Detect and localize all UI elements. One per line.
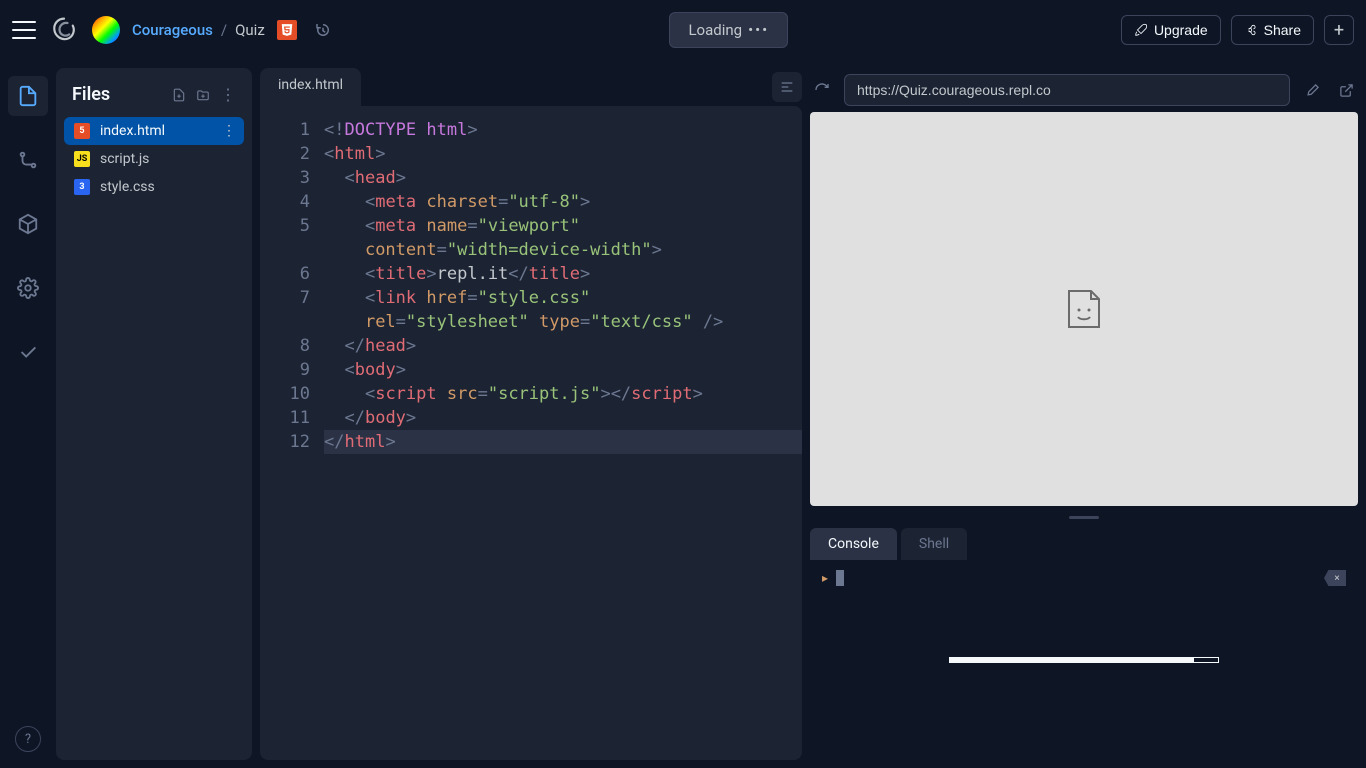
console-tabs: ConsoleShell: [810, 528, 1358, 560]
replit-logo[interactable]: [48, 14, 80, 46]
new-folder-icon[interactable]: [196, 85, 210, 104]
run-status[interactable]: Loading •••: [669, 12, 788, 48]
url-bar: [810, 68, 1358, 112]
console-tab-console[interactable]: Console: [810, 528, 897, 560]
file-item-style-css[interactable]: 3 style.css: [64, 173, 244, 201]
console-area: ConsoleShell ▸ ×: [810, 528, 1358, 760]
progress-bar: [949, 657, 1219, 663]
files-more-icon[interactable]: ⋮: [220, 85, 236, 104]
header-center: Loading •••: [349, 12, 1109, 48]
main: ? Files ⋮ 5 index.html ⋮ JS script.js 3 style.…: [0, 60, 1366, 768]
file-name: script.js: [100, 151, 149, 167]
share-button[interactable]: Share: [1231, 15, 1314, 45]
rail-checks-icon[interactable]: [8, 332, 48, 372]
menu-icon[interactable]: [12, 21, 36, 39]
format-icon[interactable]: [772, 72, 802, 102]
rail-vcs-icon[interactable]: [8, 140, 48, 180]
header-right: Upgrade Share +: [1121, 15, 1354, 45]
user-avatar[interactable]: [92, 16, 120, 44]
files-header: Files ⋮: [64, 80, 244, 117]
file-menu-icon[interactable]: ⋮: [222, 123, 236, 139]
loading-dots: •••: [748, 21, 769, 39]
history-icon[interactable]: [309, 16, 337, 44]
html5-icon: [277, 20, 297, 40]
files-panel: Files ⋮ 5 index.html ⋮ JS script.js 3 style.cs…: [56, 68, 252, 760]
tab-bar: index.html: [260, 68, 802, 106]
line-gutter: 123456789101112: [260, 106, 324, 760]
header: Courageous / Quiz Loading ••• Upgrade Sh…: [0, 0, 1366, 60]
editor-area: index.html 123456789101112 <!DOCTYPE htm…: [260, 68, 802, 760]
upgrade-button[interactable]: Upgrade: [1121, 15, 1221, 45]
preview-frame: [810, 112, 1358, 506]
progress-fill: [950, 658, 1194, 662]
rail-settings-icon[interactable]: [8, 268, 48, 308]
rocket-icon: [1134, 23, 1148, 37]
css-file-icon: 3: [74, 179, 90, 195]
breadcrumb-user[interactable]: Courageous: [132, 21, 213, 39]
rail-packages-icon[interactable]: [8, 204, 48, 244]
help-button[interactable]: ?: [15, 726, 41, 752]
breadcrumb-sep: /: [221, 21, 227, 39]
files-title: Files: [72, 84, 110, 105]
code-editor[interactable]: 123456789101112 <!DOCTYPE html><html> <h…: [260, 106, 802, 760]
js-file-icon: JS: [74, 151, 90, 167]
preview-panel: [810, 68, 1358, 506]
html-file-icon: 5: [74, 123, 90, 139]
file-item-index-html[interactable]: 5 index.html ⋮: [64, 117, 244, 145]
code-content[interactable]: <!DOCTYPE html><html> <head> <meta chars…: [324, 106, 802, 760]
reload-icon[interactable]: [810, 78, 834, 102]
breadcrumb-project[interactable]: Quiz: [235, 21, 265, 39]
rail-files-icon[interactable]: [8, 76, 48, 116]
open-external-icon[interactable]: [1334, 78, 1358, 102]
edit-url-icon[interactable]: [1300, 78, 1324, 102]
sidebar-rail: ?: [0, 60, 56, 768]
files-actions: ⋮: [172, 85, 236, 104]
file-list: 5 index.html ⋮ JS script.js 3 style.css: [64, 117, 244, 201]
loading-label: Loading: [688, 21, 742, 39]
share-icon: [1244, 23, 1258, 37]
broken-page-icon: [1066, 288, 1102, 330]
url-input[interactable]: [844, 74, 1290, 106]
breadcrumb: Courageous / Quiz: [132, 21, 265, 39]
new-tab-button[interactable]: +: [1324, 15, 1354, 45]
new-file-icon[interactable]: [172, 85, 186, 104]
editor-tab[interactable]: index.html: [260, 68, 361, 106]
clear-console-icon[interactable]: ×: [1324, 570, 1346, 586]
console-tab-shell[interactable]: Shell: [901, 528, 967, 560]
preview-area: ConsoleShell ▸ ×: [810, 68, 1358, 760]
console-body[interactable]: ▸ ×: [810, 560, 1358, 760]
file-name: index.html: [100, 123, 165, 139]
file-item-script-js[interactable]: JS script.js: [64, 145, 244, 173]
cursor: [836, 570, 844, 586]
resize-handle[interactable]: [810, 514, 1358, 520]
console-prompt[interactable]: ▸: [822, 570, 1346, 586]
file-name: style.css: [100, 179, 155, 195]
prompt-caret-icon: ▸: [822, 571, 828, 585]
